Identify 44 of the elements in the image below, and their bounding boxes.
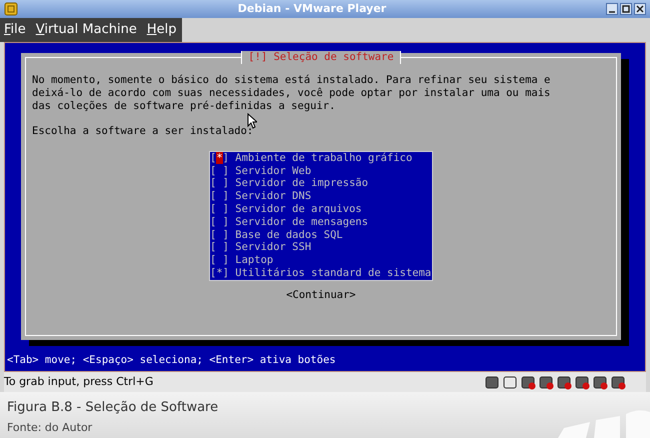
dialog-title: [!] Seleção de software <box>241 51 401 64</box>
device-icon <box>539 374 554 390</box>
device-icon <box>503 374 518 390</box>
window-title: Debian - VMware Player <box>236 0 388 17</box>
prompt-text: Escolha a software a ser instalado: <box>32 125 254 138</box>
close-icon[interactable] <box>634 3 646 15</box>
app-icon <box>4 2 18 16</box>
status-text: To grab input, press Ctrl+G <box>4 374 154 390</box>
menu-item[interactable]: Virtual Machine <box>36 20 137 40</box>
help-line: <Tab> move; <Espaço> seleciona; <Enter> ativa botões <box>6 354 337 368</box>
device-icon <box>575 374 590 390</box>
checkbox[interactable]: [ ] <box>210 216 229 229</box>
checkbox[interactable]: [*] <box>210 152 229 165</box>
option-item[interactable]: [ ] Base de dados SQL <box>210 228 432 242</box>
checkbox[interactable]: [ ] <box>210 190 229 203</box>
menu-item[interactable]: File <box>4 20 26 40</box>
device-icon <box>593 374 608 390</box>
intro-text: No momento, somente o básico do sistema está instalado. Para refinar seu sistema e deixá-lo de acordo com suas necessidades, você pode optar por instalar uma ou mais das coleções de software pré-definidas a seguir. <box>32 74 552 112</box>
menu-item[interactable]: Help <box>146 20 176 40</box>
option-item[interactable]: [ ] Laptop <box>210 254 432 267</box>
checkbox[interactable]: [ ] <box>210 177 229 190</box>
minimize-icon[interactable] <box>606 3 618 15</box>
maximize-icon[interactable] <box>620 3 632 15</box>
option-item[interactable]: [ ] Servidor de arquivos <box>210 202 432 216</box>
checkbox[interactable]: [ ] <box>210 241 229 254</box>
checkbox[interactable]: [ ] <box>210 164 229 178</box>
checkbox[interactable]: [*] <box>210 266 229 280</box>
checkbox[interactable]: [ ] <box>210 228 229 242</box>
continue-button[interactable]: <Continuar> <box>286 288 356 302</box>
device-icon <box>557 374 572 390</box>
option-item[interactable]: [ ] Servidor de impressão <box>210 177 432 190</box>
device-icon <box>485 374 500 390</box>
checkbox[interactable]: [ ] <box>210 202 229 216</box>
checkbox[interactable]: [ ] <box>210 254 229 267</box>
option-item[interactable]: [*] Ambiente de trabalho gráfico <box>210 152 432 165</box>
source-text: Fonte: do Autor <box>7 420 92 436</box>
figure-caption: Figura B.8 - Seleção de Software <box>7 399 218 417</box>
option-item[interactable]: [ ] Servidor Web <box>210 164 432 178</box>
option-item[interactable]: [*] Utilitários standard de sistema <box>210 266 432 280</box>
option-item[interactable]: [ ] Servidor DNS <box>210 190 432 203</box>
device-icon <box>521 374 536 390</box>
option-item[interactable]: [ ] Servidor SSH <box>210 241 432 254</box>
device-icon <box>611 374 626 390</box>
option-item[interactable]: [ ] Servidor de mensagens <box>210 216 432 229</box>
